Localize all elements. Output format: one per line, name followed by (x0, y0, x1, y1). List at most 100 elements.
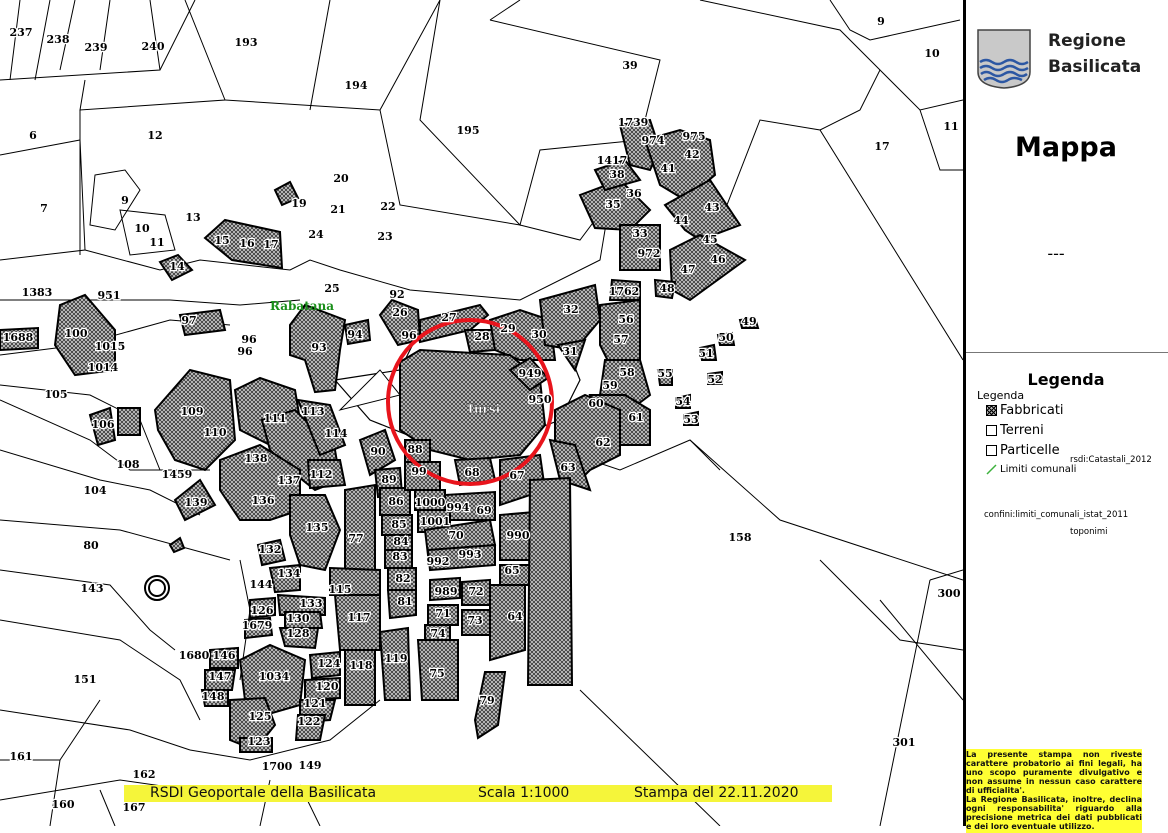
parcel-number-label: 33 (632, 227, 647, 240)
parcel-number-label: 992 (427, 555, 450, 568)
parcel-number-label: 125 (249, 710, 272, 723)
parcel-number-label: 45 (702, 233, 717, 246)
parcel-number-label: 65 (504, 564, 519, 577)
parcel-number-label: 1001 (420, 515, 451, 528)
parcel-number-label: 126 (251, 604, 274, 617)
parcel-number-label: 113 (302, 405, 325, 418)
confini-layer-label: confini:limiti_comunali_istat_2011 (984, 510, 1129, 520)
parcel-number-label: 29 (500, 322, 515, 335)
parcel-number-label: 300 (938, 587, 961, 600)
parcel-number-label: 54 (675, 395, 691, 408)
parcel-number-label: 57 (613, 333, 628, 346)
disclaimer-text-1: La presente stampa non riveste carattere… (966, 750, 1142, 795)
parcel-number-label: 56 (618, 313, 634, 326)
parcel-number-label: 130 (287, 612, 310, 625)
parcel-number-label: 63 (560, 461, 575, 474)
parcel-number-label: 89 (381, 473, 396, 486)
parcel-number-label: 1739 (618, 116, 649, 129)
parcel-number-label: 11 (149, 236, 164, 249)
parcel-number-label: 86 (388, 495, 404, 508)
parcel-number-label: 104 (84, 484, 107, 497)
parcel-number-label: 1417 (597, 154, 628, 167)
parcel-number-label: 64 (507, 610, 523, 623)
parcel-number-label: 119 (385, 652, 408, 665)
disclaimer-box: La presente stampa non riveste carattere… (966, 749, 1142, 833)
parcel-number-label: 1459 (162, 468, 193, 481)
parcel-number-label: 61 (628, 411, 643, 424)
parcel-number-label: 144 (250, 578, 273, 591)
parcel-number-label: 1688 (3, 331, 34, 344)
empty-swatch-icon (986, 425, 997, 436)
parcel-number-label: 36 (626, 187, 642, 200)
parcel-number-label: 21 (330, 203, 345, 216)
parcel-number-label: 51 (698, 347, 713, 360)
parcel-number-label: 1383 (22, 286, 53, 299)
logo-line-1: Regione (1048, 31, 1126, 51)
parcel-number-label: 47 (680, 263, 695, 276)
parcel-number-label: 38 (609, 168, 625, 181)
parcel-number-label: 1014 (88, 361, 119, 374)
parcel-number-label: 161 (10, 750, 33, 763)
parcel-number-label: 117 (348, 611, 371, 624)
parcel-number-label: 28 (474, 330, 490, 343)
parcel-number-label: 50 (718, 331, 734, 344)
parcel-number-label: 111 (264, 412, 287, 425)
parcel-number-label: 1034 (259, 670, 290, 683)
parcel-number-label: 14 (169, 260, 185, 273)
parcel-number-label: 133 (300, 597, 323, 610)
parcel-number-label: 10 (134, 222, 150, 235)
parcel-number-label: 143 (81, 582, 104, 595)
parcel-number-label: 123 (248, 735, 271, 748)
parcel-number-label: 135 (306, 521, 329, 534)
parcel-number-label: 11 (943, 120, 958, 133)
parcel-number-label: 22 (380, 200, 395, 213)
parcel-number-label: 58 (619, 366, 635, 379)
parcel-number-label: 1762 (609, 285, 640, 298)
place-label-tursi: Tursi (466, 402, 501, 416)
parcel-number-label: 194 (345, 79, 368, 92)
parcel-number-label: 35 (605, 198, 620, 211)
region-logo: Regione Basilicata (974, 26, 1154, 92)
section-divider (966, 352, 1168, 353)
parcel-number-label: 31 (562, 345, 577, 358)
boundary-line-icon (986, 464, 997, 475)
parcel-number-label: 23 (377, 230, 392, 243)
parcel-number-label: 62 (595, 436, 610, 449)
legend-item-label: Particelle (1000, 443, 1060, 458)
parcel-number-label: 24 (308, 228, 324, 241)
parcel-number-label: 42 (684, 148, 699, 161)
parcel-number-label: 68 (464, 466, 480, 479)
parcel-number-label: 301 (893, 736, 916, 749)
parcel-number-label: 237 (10, 26, 33, 39)
parcel-number-label: 972 (638, 247, 661, 260)
parcel-number-label: 109 (181, 405, 204, 418)
parcel-number-label: 70 (448, 529, 464, 542)
catastali-layer-label: rsdi:Catastali_2012 (1070, 455, 1152, 465)
page-subtitle: --- (1047, 244, 1065, 263)
parcel-number-label: 193 (235, 36, 258, 49)
parcel-number-label: 137 (278, 474, 301, 487)
parcel-number-label: 99 (411, 465, 426, 478)
parcel-number-label: 88 (407, 443, 423, 456)
parcel-number-label: 96 (401, 329, 417, 342)
parcel-number-label: 146 (213, 649, 236, 662)
parcel-number-label: 240 (142, 40, 165, 53)
parcel-number-label: 162 (133, 768, 156, 781)
parcel-number-label: 13 (185, 211, 200, 224)
parcel-number-label: 122 (298, 715, 321, 728)
logo-line-2: Basilicata (1048, 57, 1142, 77)
parcel-number-label: 1000 (415, 496, 446, 509)
parcel-number-label: 9 (121, 194, 129, 207)
parcel-number-label: 1680 (179, 649, 210, 662)
parcel-number-label: 138 (245, 452, 268, 465)
parcel-number-label: 48 (659, 282, 675, 295)
parcel-number-label: 32 (563, 303, 578, 316)
parcel-number-label: 1700 (262, 760, 293, 773)
parcel-number-label: 124 (318, 657, 341, 670)
cadastral-map[interactable]: Rabatana Tursi 237238239 240 1931941953991… (0, 0, 963, 826)
parcel-number-label: 77 (348, 532, 363, 545)
page-title: Mappa (1015, 132, 1117, 163)
parcel-number-label: 46 (710, 253, 726, 266)
parcel-number-label: 69 (476, 504, 491, 517)
parcel-number-label: 44 (673, 214, 689, 227)
